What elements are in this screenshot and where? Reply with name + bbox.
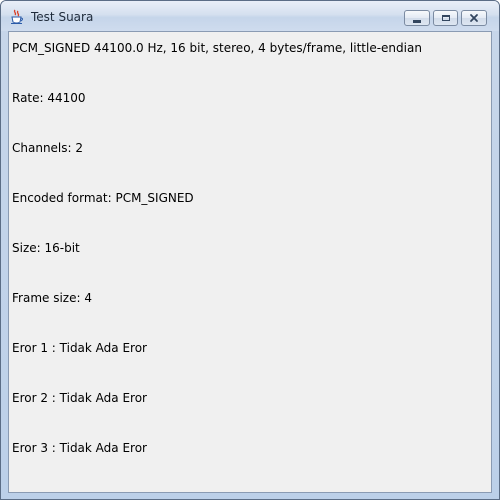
error-3-label: Eror 3 : Tidak Ada Eror: [12, 441, 147, 455]
minimize-button[interactable]: [404, 10, 430, 26]
frame-size-label: Frame size: 4: [12, 291, 92, 305]
sample-size-label: Size: 16-bit: [12, 241, 80, 255]
encoded-format-label: Encoded format: PCM_SIGNED: [12, 191, 194, 205]
error-2-label: Eror 2 : Tidak Ada Eror: [12, 391, 147, 405]
error-1-label: Eror 1 : Tidak Ada Eror: [12, 341, 147, 355]
rate-label: Rate: 44100: [12, 91, 86, 105]
title-bar[interactable]: Test Suara: [1, 1, 499, 31]
minimize-icon: [413, 19, 421, 23]
maximize-button[interactable]: [433, 10, 458, 26]
java-cup-icon: [11, 9, 23, 24]
close-button[interactable]: [461, 10, 487, 26]
content-panel: PCM_SIGNED 44100.0 Hz, 16 bit, stereo, 4…: [8, 31, 492, 493]
app-window: Test Suara PCM_SIGNED 44100.0 Hz, 16 bit…: [0, 0, 500, 500]
close-icon: [470, 14, 478, 22]
audio-format-label: PCM_SIGNED 44100.0 Hz, 16 bit, stereo, 4…: [12, 41, 422, 55]
window-title: Test Suara: [31, 10, 94, 24]
maximize-icon: [441, 15, 450, 21]
channels-label: Channels: 2: [12, 141, 84, 155]
